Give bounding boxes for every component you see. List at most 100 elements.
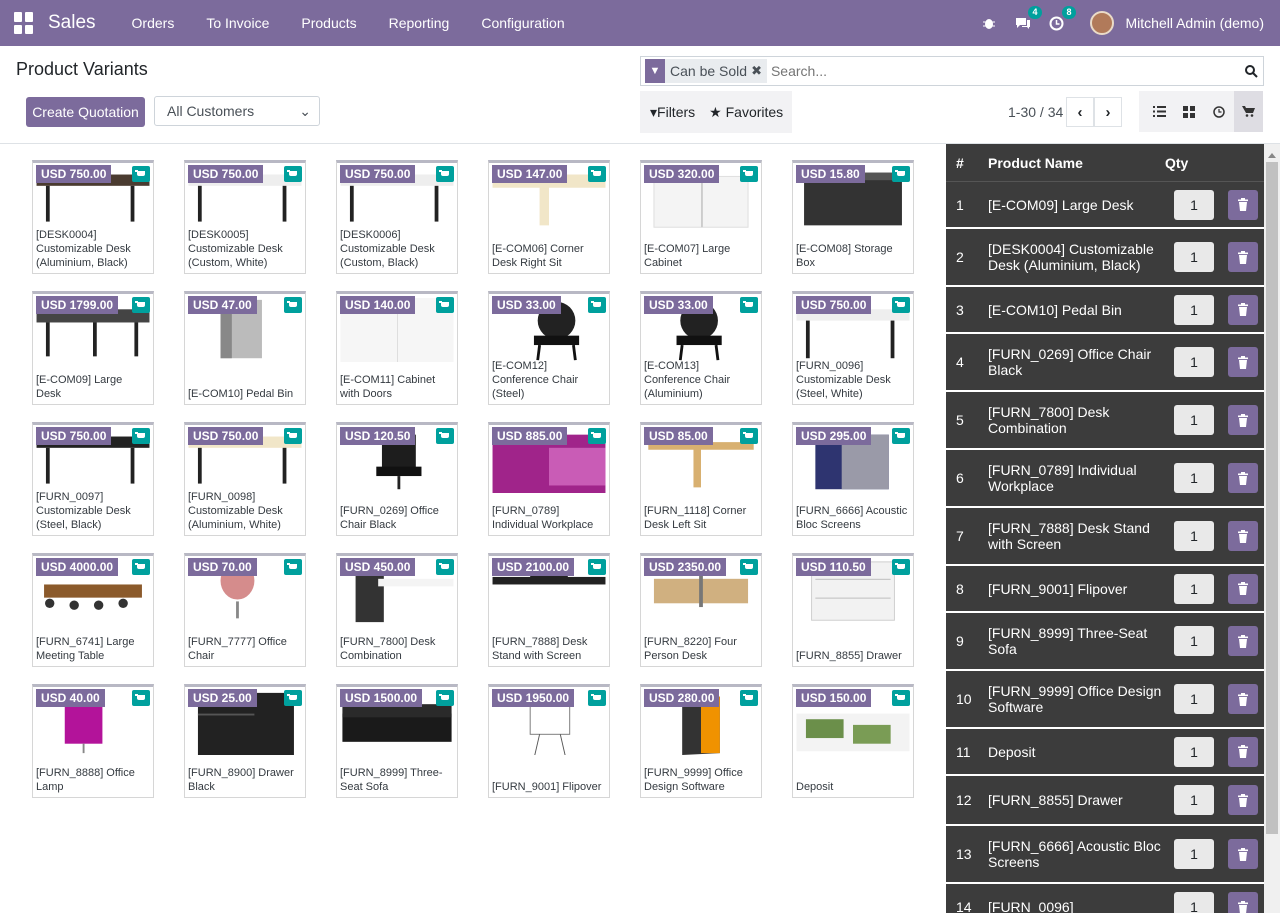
add-to-cart-icon[interactable] <box>436 428 454 444</box>
create-quotation-button[interactable]: Create Quotation <box>26 97 145 127</box>
product-card[interactable]: USD 750.00 [FURN_0098] Customizable Desk … <box>184 422 306 536</box>
product-card[interactable]: USD 140.00 [E-COM11] Cabinet with Doors <box>336 291 458 405</box>
line-qty-input[interactable]: 1 <box>1174 521 1214 551</box>
line-qty-input[interactable]: 1 <box>1174 294 1214 325</box>
add-to-cart-icon[interactable] <box>740 428 758 444</box>
product-card[interactable]: USD 2100.00 [FURN_7888] Desk Stand with S… <box>488 553 610 667</box>
add-to-cart-icon[interactable] <box>588 690 606 706</box>
menu-reporting[interactable]: Reporting <box>373 0 466 46</box>
add-to-cart-icon[interactable] <box>132 428 150 444</box>
product-card[interactable]: USD 120.50 [FURN_0269] Office Chair Black <box>336 422 458 536</box>
kanban-view-icon[interactable] <box>1175 91 1205 132</box>
add-to-cart-icon[interactable] <box>284 690 302 706</box>
add-to-cart-icon[interactable] <box>740 690 758 706</box>
pager-value[interactable]: 1-30 / 34 <box>1008 104 1063 120</box>
product-card[interactable]: USD 150.00 Deposit <box>792 684 914 798</box>
trash-icon[interactable] <box>1228 405 1258 435</box>
add-to-cart-icon[interactable] <box>892 690 910 706</box>
add-to-cart-icon[interactable] <box>132 690 150 706</box>
product-card[interactable]: USD 320.00 [E-COM07] Large Cabinet <box>640 160 762 274</box>
add-to-cart-icon[interactable] <box>132 559 150 575</box>
customer-select[interactable]: All Customers ⌄ <box>154 96 320 126</box>
product-card[interactable]: USD 33.00 [E-COM13] Conference Chair (Alu… <box>640 291 762 405</box>
trash-icon[interactable] <box>1228 839 1258 869</box>
menu-orders[interactable]: Orders <box>116 0 191 46</box>
menu-products[interactable]: Products <box>285 0 372 46</box>
user-name[interactable]: Mitchell Admin (demo) <box>1126 15 1265 31</box>
trash-icon[interactable] <box>1228 684 1258 714</box>
add-to-cart-icon[interactable] <box>588 559 606 575</box>
add-to-cart-icon[interactable] <box>436 166 454 182</box>
product-card[interactable]: USD 15.80 [E-COM08] Storage Box <box>792 160 914 274</box>
trash-icon[interactable] <box>1228 242 1258 272</box>
product-card[interactable]: USD 4000.00 [FURN_6741] Large Meeting Tab… <box>32 553 154 667</box>
app-menu-icon[interactable] <box>14 12 36 34</box>
add-to-cart-icon[interactable] <box>588 166 606 182</box>
app-brand[interactable]: Sales <box>48 12 96 34</box>
product-card[interactable]: USD 25.00 [FURN_8900] Drawer Black <box>184 684 306 798</box>
trash-icon[interactable] <box>1228 521 1258 551</box>
add-to-cart-icon[interactable] <box>892 166 910 182</box>
add-to-cart-icon[interactable] <box>588 428 606 444</box>
trash-icon[interactable] <box>1228 294 1258 325</box>
search-input[interactable] <box>770 63 1239 79</box>
trash-icon[interactable] <box>1228 463 1258 493</box>
add-to-cart-icon[interactable] <box>740 559 758 575</box>
product-card[interactable]: USD 110.50 [FURN_8855] Drawer <box>792 553 914 667</box>
line-qty-input[interactable]: 1 <box>1174 242 1214 272</box>
product-card[interactable]: USD 1950.00 [FURN_9001] Flipover <box>488 684 610 798</box>
product-card[interactable]: USD 147.00 [E-COM06] Corner Desk Right Si… <box>488 160 610 274</box>
line-qty-input[interactable]: 1 <box>1174 892 1214 913</box>
product-card[interactable]: USD 1799.00 [E-COM09] Large Desk <box>32 291 154 405</box>
product-catalog-view-icon[interactable] <box>1233 91 1263 132</box>
product-card[interactable]: USD 47.00 [E-COM10] Pedal Bin <box>184 291 306 405</box>
favorites-button[interactable]: ★ Favorites <box>709 104 783 121</box>
line-qty-input[interactable]: 1 <box>1174 684 1214 714</box>
bug-icon[interactable] <box>978 12 1000 34</box>
product-card[interactable]: USD 85.00 [FURN_1118] Corner Desk Left Si… <box>640 422 762 536</box>
product-card[interactable]: USD 450.00 [FURN_7800] Desk Combination <box>336 553 458 667</box>
chat-icon[interactable]: 4 <box>1012 6 1042 34</box>
add-to-cart-icon[interactable] <box>436 690 454 706</box>
line-qty-input[interactable]: 1 <box>1174 736 1214 767</box>
product-card[interactable]: USD 33.00 [E-COM12] Conference Chair (Ste… <box>488 291 610 405</box>
line-qty-input[interactable]: 1 <box>1174 189 1214 220</box>
product-card[interactable]: USD 750.00 [DESK0004] Customizable Desk (… <box>32 160 154 274</box>
add-to-cart-icon[interactable] <box>892 428 910 444</box>
line-qty-input[interactable]: 1 <box>1174 463 1214 493</box>
line-qty-input[interactable]: 1 <box>1174 573 1214 604</box>
product-card[interactable]: USD 750.00 [DESK0005] Customizable Desk (… <box>184 160 306 274</box>
add-to-cart-icon[interactable] <box>284 297 302 313</box>
filters-button[interactable]: ▾Filters <box>650 104 695 121</box>
product-card[interactable]: USD 280.00 [FURN_9999] Office Design Soft… <box>640 684 762 798</box>
facet-remove-icon[interactable]: ✖ <box>751 63 767 79</box>
add-to-cart-icon[interactable] <box>436 297 454 313</box>
trash-icon[interactable] <box>1228 189 1258 220</box>
add-to-cart-icon[interactable] <box>588 297 606 313</box>
add-to-cart-icon[interactable] <box>436 559 454 575</box>
add-to-cart-icon[interactable] <box>740 166 758 182</box>
add-to-cart-icon[interactable] <box>892 297 910 313</box>
add-to-cart-icon[interactable] <box>284 428 302 444</box>
trash-icon[interactable] <box>1228 573 1258 604</box>
product-card[interactable]: USD 750.00 [DESK0006] Customizable Desk (… <box>336 160 458 274</box>
product-card[interactable]: USD 70.00 [FURN_7777] Office Chair <box>184 553 306 667</box>
add-to-cart-icon[interactable] <box>740 297 758 313</box>
scrollbar[interactable] <box>1264 144 1280 913</box>
trash-icon[interactable] <box>1228 785 1258 815</box>
product-card[interactable]: USD 750.00 [FURN_0097] Customizable Desk … <box>32 422 154 536</box>
add-to-cart-icon[interactable] <box>284 166 302 182</box>
add-to-cart-icon[interactable] <box>892 559 910 575</box>
product-card[interactable]: USD 2350.00 [FURN_8220] Four Person Desk <box>640 553 762 667</box>
pager-previous-icon[interactable]: ‹ <box>1066 97 1094 127</box>
trash-icon[interactable] <box>1228 347 1258 377</box>
scrollbar-thumb[interactable] <box>1266 162 1278 834</box>
pager-next-icon[interactable]: › <box>1094 97 1122 127</box>
list-view-icon[interactable] <box>1145 91 1175 132</box>
trash-icon[interactable] <box>1228 736 1258 767</box>
user-avatar[interactable] <box>1089 11 1114 35</box>
add-to-cart-icon[interactable] <box>132 166 150 182</box>
scroll-up-icon[interactable] <box>1268 149 1276 158</box>
add-to-cart-icon[interactable] <box>132 297 150 313</box>
line-qty-input[interactable]: 1 <box>1174 839 1214 869</box>
